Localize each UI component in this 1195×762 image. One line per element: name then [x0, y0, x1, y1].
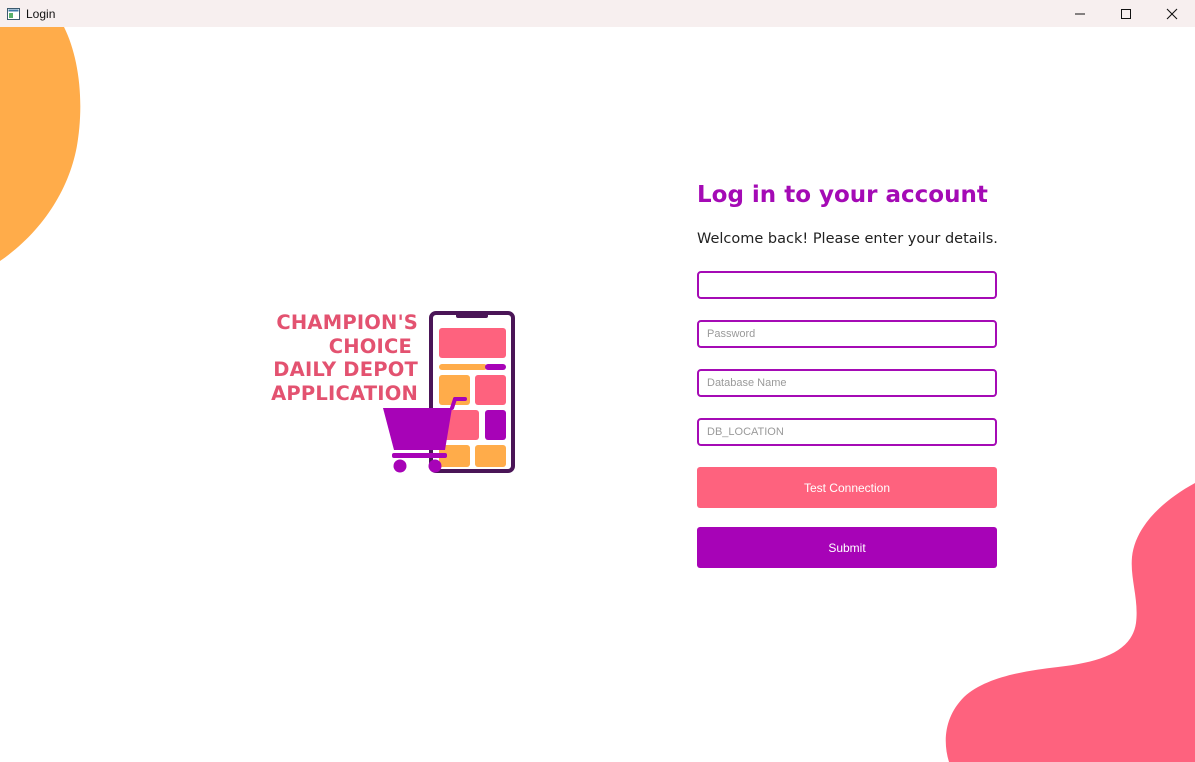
page-title: Log in to your account: [697, 182, 988, 208]
minimize-button[interactable]: [1057, 0, 1103, 27]
maximize-button[interactable]: [1103, 0, 1149, 27]
page-subtitle: Welcome back! Please enter your details.: [697, 231, 998, 247]
password-field[interactable]: [697, 320, 997, 348]
close-button[interactable]: [1149, 0, 1195, 27]
login-window-body: CHAMPION'S CHOICE DAILY DEPOT APPLICATIO…: [0, 27, 1195, 762]
close-icon: [1166, 8, 1178, 19]
app-logo: CHAMPION'S CHOICE DAILY DEPOT APPLICATIO…: [266, 307, 526, 477]
database-name-field[interactable]: [697, 369, 997, 397]
submit-button[interactable]: Submit: [697, 527, 997, 568]
phone-shopping-cart-icon: [383, 311, 515, 473]
window-app-icon: [6, 7, 20, 21]
username-field[interactable]: [697, 271, 997, 299]
test-connection-button[interactable]: Test Connection: [697, 467, 997, 508]
login-form: Log in to your account Welcome back! Ple…: [697, 178, 998, 568]
db-location-field[interactable]: [697, 418, 997, 446]
window-titlebar: Login: [0, 0, 1195, 27]
minimize-icon: [1075, 13, 1085, 14]
orange-blob-decoration: [0, 27, 81, 261]
window-controls: [1057, 0, 1195, 27]
window-title: Login: [26, 6, 56, 21]
maximize-icon: [1121, 8, 1131, 19]
